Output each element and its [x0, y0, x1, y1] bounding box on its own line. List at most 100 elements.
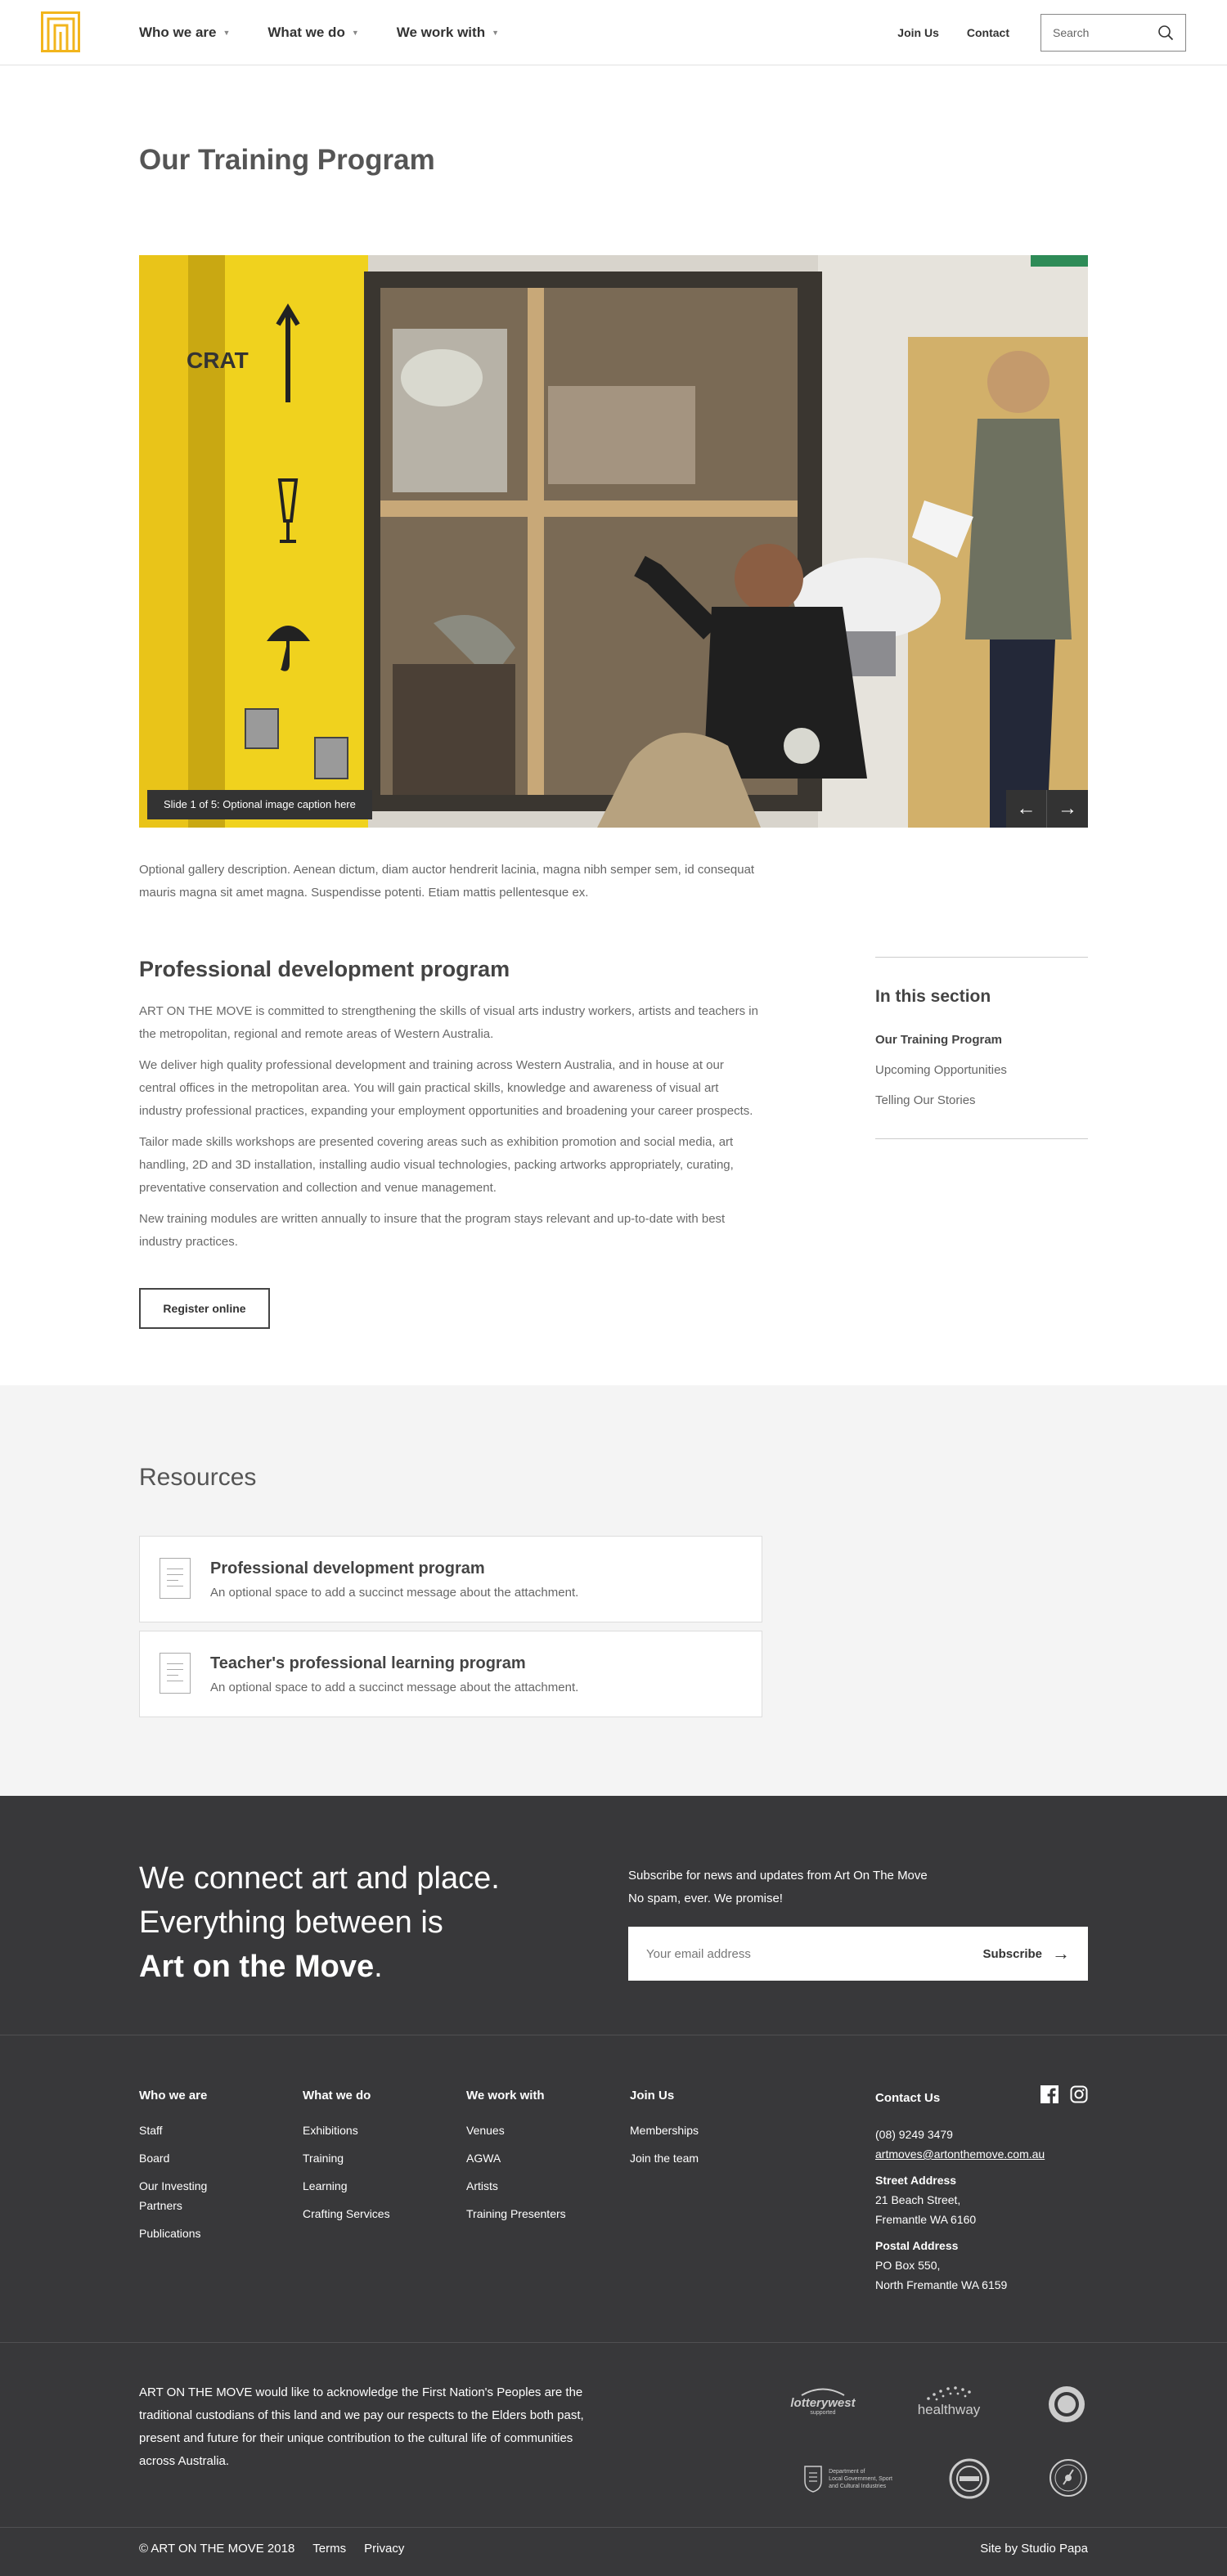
resource-card[interactable]: Teacher's professional learning program …	[139, 1631, 762, 1717]
search-icon[interactable]	[1157, 25, 1174, 41]
footer-link[interactable]: Learning	[303, 2176, 390, 2196]
healthway-logo[interactable]: healthway	[908, 2378, 990, 2424]
section-nav-item[interactable]: Upcoming Opportunities	[875, 1063, 1088, 1077]
section-nav-heading: In this section	[875, 987, 991, 1006]
next-slide-button[interactable]: →	[1047, 790, 1088, 828]
join-us-link[interactable]: Join Us	[897, 26, 939, 39]
section-nav-item[interactable]: Telling Our Stories	[875, 1093, 1088, 1107]
search-box	[1040, 14, 1186, 52]
contact-link[interactable]: Contact	[967, 26, 1009, 39]
resource-description: An optional space to add a succinct mess…	[210, 1681, 579, 1694]
nav-what-we-do[interactable]: What we do ▼	[267, 25, 358, 41]
site-header: Who we are ▼ What we do ▼ We work with ▼…	[0, 0, 1227, 65]
terms-link[interactable]: Terms	[312, 2542, 346, 2556]
resources-heading: Resources	[139, 1464, 257, 1491]
body-paragraph: Tailor made skills workshops are present…	[139, 1135, 734, 1195]
partner-name-line: Local Government, Sport	[829, 2475, 892, 2482]
footer-link[interactable]: Board	[139, 2148, 229, 2168]
section-nav-item[interactable]: Our Training Program	[875, 1033, 1088, 1047]
footer-column-we-work-with: We work with Venues AGWA Artists Trainin…	[466, 2089, 566, 2232]
footer-link[interactable]: AGWA	[466, 2148, 566, 2168]
emblem-logo-icon[interactable]	[1049, 2458, 1088, 2497]
footer-column-heading: Who we are	[139, 2089, 208, 2103]
nav-label: Who we are	[139, 25, 217, 40]
footer-link[interactable]: Training Presenters	[466, 2204, 566, 2224]
subscribe-button[interactable]: Subscribe →	[982, 1943, 1070, 1964]
nav-who-we-are[interactable]: Who we are ▼	[139, 25, 230, 41]
body-paragraph: We deliver high quality professional dev…	[139, 1058, 753, 1118]
footer-bottom-links: © ART ON THE MOVE 2018 Terms Privacy	[139, 2542, 404, 2556]
footer-link[interactable]: Publications	[139, 2224, 229, 2243]
resource-card[interactable]: Professional development program An opti…	[139, 1536, 762, 1622]
footer-link[interactable]: Crafting Services	[303, 2204, 390, 2224]
hero-slideshow: CRAT Slide 1 of 5: Optional image captio…	[139, 255, 1088, 828]
body-paragraph: ART ON THE MOVE is committed to strength…	[139, 1004, 758, 1041]
resources-section: Resources Professional development progr…	[0, 1385, 1227, 1796]
footer-column-join-us: Join Us Memberships Join the team	[630, 2089, 699, 2176]
chevron-down-icon: ▼	[222, 29, 231, 37]
copyright: © ART ON THE MOVE 2018	[139, 2542, 295, 2556]
footer-link[interactable]: Artists	[466, 2176, 566, 2196]
resource-description: An optional space to add a succinct mess…	[210, 1586, 579, 1600]
postal-address-line: PO Box 550,	[875, 2259, 941, 2272]
slide-caption: Slide 1 of 5: Optional image caption her…	[147, 790, 372, 819]
contact-email-link[interactable]: artmoves@artonthemove.com.au	[875, 2144, 1088, 2164]
postal-address-line: North Fremantle WA 6159	[875, 2278, 1008, 2291]
resource-title: Professional development program	[210, 1560, 485, 1577]
lotterywest-logo[interactable]: lotterywest supported	[790, 2378, 856, 2424]
footer-link[interactable]: Memberships	[630, 2120, 699, 2140]
tagline-line: We connect art and place.	[139, 1861, 500, 1896]
footer-column-heading: What we do	[303, 2089, 371, 2103]
partner-name: lotterywest	[790, 2396, 856, 2410]
site-credit-link[interactable]: Site by Studio Papa	[980, 2542, 1088, 2556]
street-address-line: 21 Beach Street,	[875, 2193, 961, 2206]
footer-link[interactable]: Training	[303, 2148, 390, 2168]
acknowledgement-of-country: ART ON THE MOVE would like to acknowledg…	[139, 2385, 584, 2468]
contact-phone[interactable]: (08) 9249 3479	[875, 2125, 1088, 2144]
seal-logo-icon[interactable]	[1047, 2385, 1086, 2424]
facebook-icon[interactable]	[1040, 2085, 1058, 2103]
nav-we-work-with[interactable]: We work with ▼	[397, 25, 499, 41]
badge-logo-icon[interactable]	[949, 2458, 990, 2499]
footer-link[interactable]: Staff	[139, 2120, 229, 2140]
arrow-right-icon: →	[1052, 1943, 1070, 1963]
footer-link[interactable]: Join the team	[630, 2148, 699, 2168]
email-field[interactable]	[646, 1946, 924, 1961]
document-icon	[160, 1653, 191, 1694]
site-footer: We connect art and place. Everything bet…	[0, 1796, 1227, 2576]
gallery-description: Optional gallery description. Aenean dic…	[139, 863, 755, 900]
instagram-icon[interactable]	[1070, 2085, 1088, 2103]
register-online-button[interactable]: Register online	[139, 1288, 270, 1329]
arrow-left-icon: ←	[1016, 797, 1036, 819]
footer-divider	[0, 2342, 1227, 2343]
footer-column-who-we-are: Who we are Staff Board Our Investing Par…	[139, 2089, 229, 2251]
page-title: Our Training Program	[139, 144, 435, 176]
body-paragraph: New training modules are written annuall…	[139, 1212, 726, 1249]
privacy-link[interactable]: Privacy	[364, 2542, 404, 2556]
lotterywest-arc-icon	[801, 2388, 845, 2396]
dlgsc-logo[interactable]: Department of Local Government, Sport an…	[790, 2458, 905, 2499]
partner-name-line: Department of	[829, 2468, 865, 2475]
street-address-label: Street Address	[875, 2174, 957, 2187]
main-content: Professional development program ART ON …	[139, 957, 761, 1329]
partner-subtext: supported	[810, 2410, 836, 2416]
tagline-brand: Art on the Move	[139, 1950, 375, 1984]
tagline-line: Everything between is	[139, 1905, 443, 1940]
previous-slide-button[interactable]: ←	[1006, 790, 1047, 828]
subscribe-line: Subscribe for news and updates from Art …	[628, 1869, 928, 1883]
partner-name-line: and Cultural Industries	[829, 2483, 887, 2489]
subscribe-text: Subscribe for news and updates from Art …	[628, 1865, 928, 1910]
slide-image: CRAT	[139, 255, 1088, 828]
footer-link[interactable]: Exhibitions	[303, 2120, 390, 2140]
search-input[interactable]	[1053, 26, 1151, 39]
subscribe-line: No spam, ever. We promise!	[628, 1892, 783, 1905]
partner-name: healthway	[917, 2402, 981, 2417]
main-nav: Who we are ▼ What we do ▼ We work with ▼	[139, 0, 499, 65]
footer-link[interactable]: Venues	[466, 2120, 566, 2140]
section-nav: In this section Our Training Program Upc…	[875, 957, 1088, 1139]
footer-link[interactable]: Our Investing Partners	[139, 2176, 229, 2215]
logo-icon[interactable]	[41, 11, 80, 52]
footer-column-heading: Join Us	[630, 2089, 675, 2103]
street-address-line: Fremantle WA 6160	[875, 2213, 977, 2226]
nav-label: We work with	[396, 25, 486, 40]
